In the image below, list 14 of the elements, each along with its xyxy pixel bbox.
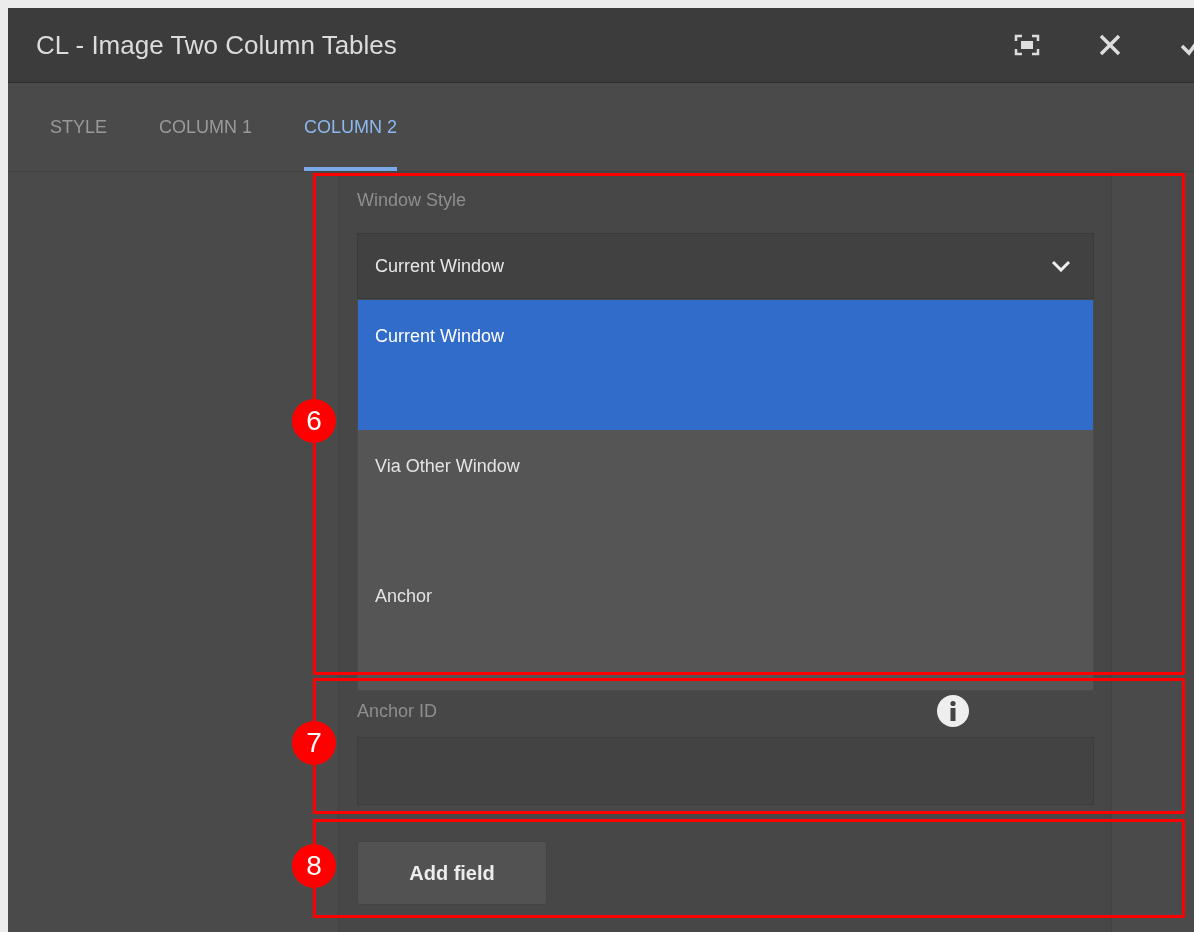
dropdown-option[interactable]: Anchor (358, 560, 1093, 690)
dropdown-option[interactable]: Via Other Window (358, 430, 1093, 560)
tab[interactable]: COLUMN 1 (159, 83, 253, 171)
dropdown[interactable]: Current Window (357, 233, 1094, 299)
field-label: Window Style (357, 190, 468, 211)
info-icon[interactable] (937, 695, 969, 727)
fullscreen-icon[interactable] (1014, 34, 1040, 56)
dropdown-option[interactable]: Current Window (358, 300, 1093, 430)
tab[interactable]: STYLE (50, 83, 108, 171)
add-field-button[interactable]: Add field (357, 841, 547, 905)
chevron-down-icon (1051, 260, 1071, 272)
close-icon[interactable] (1098, 33, 1122, 57)
dialog-title: CL - Image Two Column Tables (36, 29, 397, 61)
field-label: Anchor ID (357, 701, 438, 722)
